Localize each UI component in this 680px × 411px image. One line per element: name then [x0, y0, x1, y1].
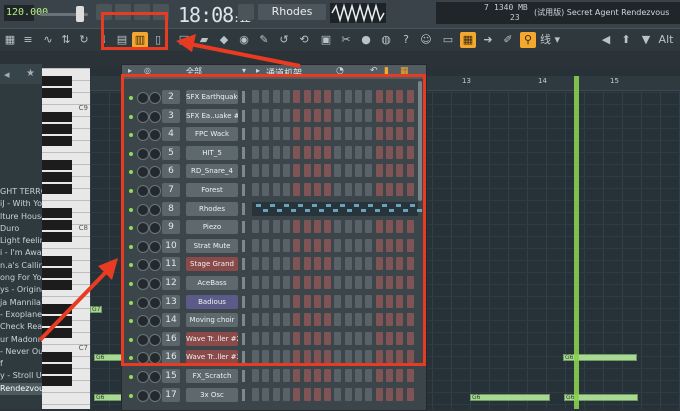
arrow-head-toolbar [176, 34, 196, 52]
arrow-to-rack [38, 268, 110, 342]
arrow-to-toolbar [189, 42, 301, 68]
annotation-arrows [38, 34, 301, 342]
